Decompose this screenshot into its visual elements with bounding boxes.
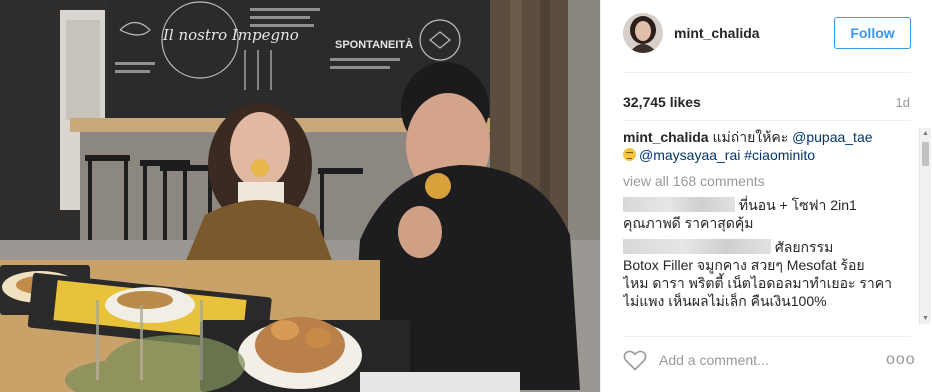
- redacted-username: [623, 239, 771, 254]
- divider: [623, 120, 911, 121]
- caption-text: แม่ถ่ายให้คะ: [708, 129, 793, 145]
- user-avatar[interactable]: [623, 13, 663, 53]
- comment-text: ไม่แพง เห็นผลไม่เล็ก คืนเงิน100%: [623, 293, 827, 309]
- instagram-post: Il nostro Impegno SPONTANEITÀ mint_chali…: [0, 0, 932, 392]
- more-options-icon[interactable]: ooo: [886, 351, 915, 369]
- comment-item: ที่นอน + โซฟา 2in1 คุณภาพดี ราคาสุดคุ้ม: [623, 196, 915, 232]
- smiling-face-emoji-icon: [623, 148, 636, 161]
- follow-button[interactable]: Follow: [834, 17, 911, 49]
- caption-hashtag-link[interactable]: #ciaominito: [744, 147, 815, 163]
- comment-text: คุณภาพดี ราคาสุดคุ้ม: [623, 215, 754, 231]
- post-sidebar: mint_chalida Follow 32,745 likes 1d mint…: [600, 0, 932, 392]
- comments-scrollbar[interactable]: ▲ ▼: [919, 128, 931, 324]
- comment-item-partial: [623, 316, 915, 324]
- divider: [623, 72, 911, 73]
- post-photo-illustration: Il nostro Impegno SPONTANEITÀ: [0, 0, 600, 392]
- post-header: mint_chalida Follow: [601, 0, 932, 72]
- post-photo[interactable]: Il nostro Impegno SPONTANEITÀ: [0, 0, 600, 392]
- heart-icon[interactable]: [623, 349, 647, 371]
- comment-item: ศัลยกรรม Botox Filler จมูกคาง สวยๆ Mesof…: [623, 238, 915, 310]
- avatar-image: [623, 13, 663, 53]
- post-caption: mint_chalida แม่ถ่ายให้คะ @pupaa_tae @ma…: [623, 128, 915, 164]
- comment-text: ศัลยกรรม: [774, 239, 834, 255]
- caption-mention-link[interactable]: @maysayaa_rai: [639, 147, 740, 163]
- comment-text: ที่นอน + โซฟา 2in1: [738, 197, 857, 213]
- wall-sign-title: Il nostro Impegno: [162, 26, 299, 44]
- comment-text: ไหม ดารา พริตตี้ เน็ตไอดอลมาทำเยอะ ราคา: [623, 275, 893, 291]
- username-link[interactable]: mint_chalida: [674, 25, 760, 41]
- wall-sign-right: SPONTANEITÀ: [335, 38, 413, 51]
- add-comment-input[interactable]: [659, 350, 869, 370]
- scroll-down-arrow-icon[interactable]: ▼: [920, 313, 931, 324]
- view-all-comments-link[interactable]: view all 168 comments: [623, 172, 915, 190]
- divider: [623, 336, 911, 337]
- redacted-username: [623, 197, 735, 212]
- comment-text: Botox Filler จมูกคาง สวยๆ Mesofat ร้อย: [623, 257, 865, 273]
- scrollbar-thumb[interactable]: [922, 142, 929, 166]
- caption-mention-link[interactable]: @pupaa_tae: [792, 129, 872, 145]
- post-age[interactable]: 1d: [896, 95, 910, 110]
- comments-list[interactable]: mint_chalida แม่ถ่ายให้คะ @pupaa_tae @ma…: [623, 128, 915, 324]
- scroll-up-arrow-icon[interactable]: ▲: [920, 128, 931, 139]
- caption-author[interactable]: mint_chalida: [623, 129, 709, 145]
- likes-count[interactable]: 32,745 likes: [623, 94, 701, 110]
